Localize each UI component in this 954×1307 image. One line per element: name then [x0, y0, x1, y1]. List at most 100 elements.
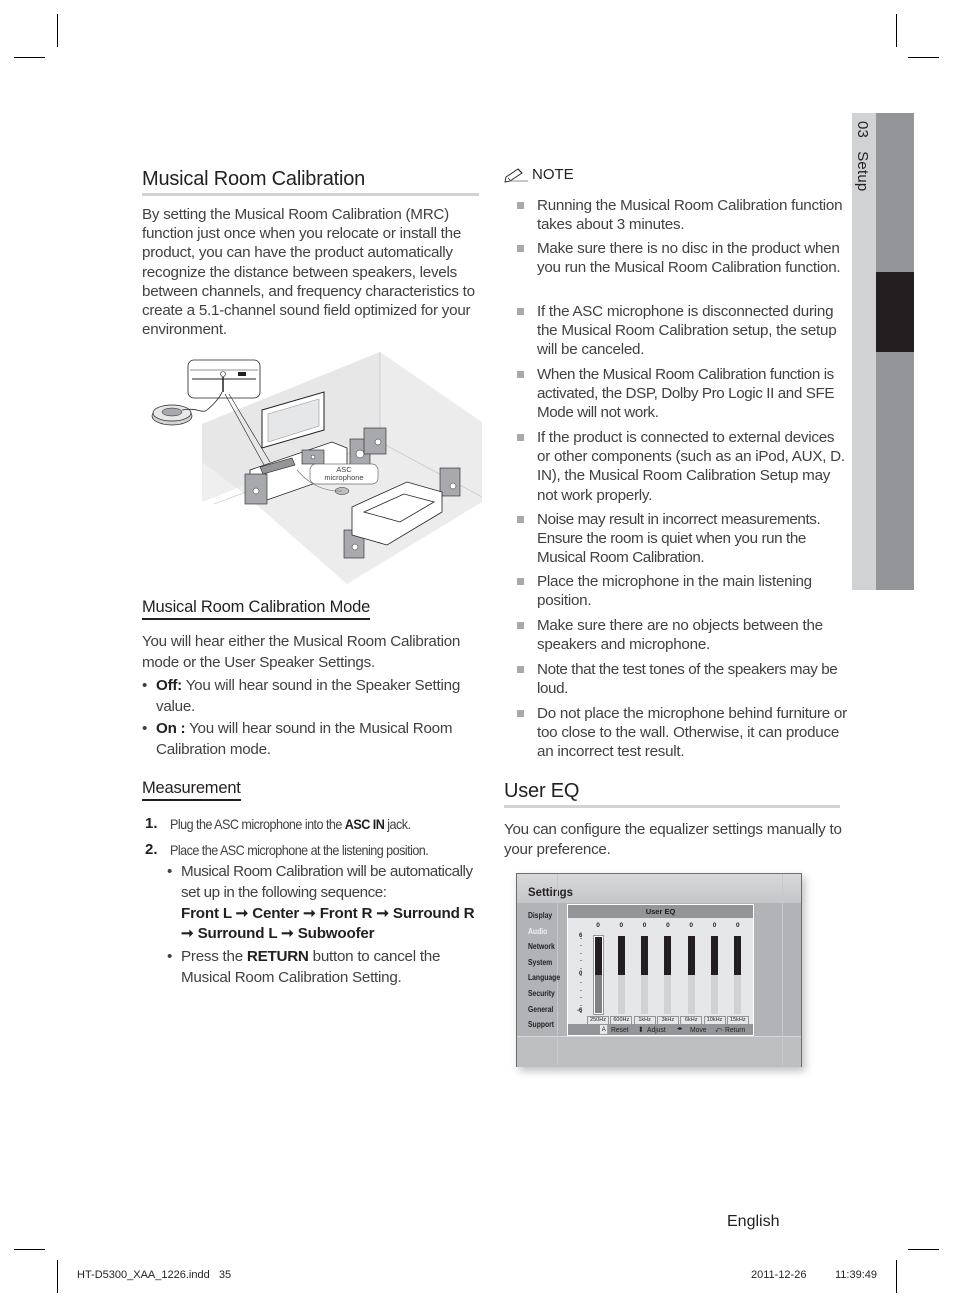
square-bullet-icon — [517, 371, 524, 378]
band-value: 0 — [619, 922, 624, 929]
step-text: jack. — [384, 816, 411, 832]
arrow-icon: ➞ — [303, 905, 316, 922]
section-title-measurement: Measurement — [142, 779, 241, 801]
menu-item-network[interactable]: Network — [528, 939, 560, 955]
chapter-tab: 03 Setup — [852, 113, 876, 233]
seq-front-l: Front L — [181, 905, 232, 922]
mrc-intro: By setting the Musical Room Calibration … — [142, 206, 475, 339]
eq-slider-fill — [617, 936, 625, 975]
settings-screen: Settings Display Audio Network System Langua… — [516, 873, 802, 1067]
room-setup-diagram: ASC microphone — [151, 352, 482, 584]
section-title-user-eq: User EQ — [504, 780, 580, 802]
chapter-title: Setup — [854, 151, 871, 192]
scale-tick — [580, 938, 582, 939]
scale-label-mid: 0 — [579, 971, 583, 977]
screen-footer — [517, 1036, 801, 1067]
step-number: 2. — [145, 841, 158, 858]
user-eq-panel: User EQ 6 0 -6 0 250Hz 0 600Hz 0 1kHz 0 3kHz 0 6kHz 0… — [567, 904, 754, 1036]
note-text: Make sure there are no objects between t… — [537, 617, 823, 654]
menu-item-audio[interactable]: Audio — [528, 924, 560, 940]
return-text: Press the — [181, 948, 247, 965]
eq-slider-fill — [664, 936, 672, 975]
eq-slider-3khz[interactable] — [664, 936, 672, 1014]
eq-slider-fill — [641, 936, 649, 975]
note-text: Note that the test tones of the speakers… — [537, 661, 838, 698]
menu-item-support[interactable]: Support — [528, 1017, 560, 1033]
bullet-icon: • — [142, 720, 148, 737]
eq-slider-1khz[interactable] — [641, 936, 649, 1014]
left-right-icon: ◂▸ — [677, 1026, 683, 1032]
arrow-icon: ➞ — [235, 905, 249, 922]
mode-term: On : — [156, 720, 186, 737]
chapter-tab-marker — [876, 272, 914, 352]
scale-tick — [580, 960, 582, 962]
eq-hint-bar: A Reset ⬍ Adjust ◂▸ Move ⤺ Return — [568, 1024, 753, 1035]
scale-tick — [580, 989, 582, 991]
scale-tick — [580, 1004, 582, 1006]
section-title-mrc: Musical Room Calibration — [142, 168, 366, 190]
eq-slider-6khz[interactable] — [687, 936, 695, 1014]
eq-slider-fill — [734, 936, 742, 975]
asc-callout: ASC microphone — [309, 463, 379, 485]
square-bullet-icon — [517, 434, 524, 441]
step-bold: ASC IN — [344, 816, 385, 832]
a-key-icon: A — [600, 1025, 608, 1034]
screen-title: Settings — [528, 885, 573, 899]
eq-slider-fill — [687, 936, 695, 975]
mode-option-on: • On : You will hear sound in the Musica… — [142, 719, 482, 761]
square-bullet-icon — [517, 666, 524, 673]
seq-surround-l: Surround L — [197, 925, 278, 942]
crop-mark — [908, 57, 939, 58]
note-text: When the Musical Room Calibration functi… — [537, 366, 835, 422]
crop-mark — [14, 57, 45, 58]
menu-item-general[interactable]: General — [528, 1002, 560, 1018]
hint-move: Move — [690, 1025, 707, 1034]
pencil-note-icon — [504, 167, 528, 183]
square-bullet-icon — [517, 308, 524, 315]
bullet-icon: • — [142, 677, 148, 694]
user-eq-panel-title: User EQ — [568, 905, 753, 918]
eq-slider-250hz[interactable] — [592, 935, 604, 1015]
auto-setup-text: Musical Room Calibration will be automat… — [181, 863, 473, 901]
mode-description: You will hear sound in the Musical Room … — [156, 720, 453, 758]
crop-mark — [57, 1260, 58, 1293]
section-title-mode: Musical Room Calibration Mode — [142, 598, 370, 620]
slug-date: 2011-12-26 — [751, 1269, 807, 1281]
eq-slider-15khz[interactable] — [734, 936, 742, 1014]
eq-slider-fill — [711, 936, 718, 975]
note-text: If the product is connected to external … — [537, 429, 845, 504]
step-1: Plug the ASC microphone into the ASC IN … — [170, 815, 411, 833]
hint-return: Return — [725, 1025, 746, 1034]
square-bullet-icon — [517, 622, 524, 629]
eq-slider-10khz[interactable] — [711, 936, 718, 1014]
crop-mark — [896, 14, 897, 47]
band-value: 0 — [712, 922, 717, 929]
menu-item-security[interactable]: Security — [528, 986, 560, 1002]
menu-item-system[interactable]: System — [528, 955, 560, 971]
scale-tick — [580, 952, 582, 954]
eq-slider-600hz[interactable] — [617, 936, 625, 1014]
bullet-icon: • — [167, 863, 173, 880]
note-text: If the ASC microphone is disconnected du… — [537, 303, 837, 359]
return-icon: ⤺ — [715, 1025, 723, 1034]
step-text: Place the ASC microphone at the listenin… — [170, 842, 429, 858]
mode-option-off: • Off: You will hear sound in the Speake… — [142, 676, 482, 718]
arrow-icon: ➞ — [281, 925, 294, 942]
note-text: Noise may result in incorrect measuremen… — [537, 511, 821, 567]
crop-mark — [908, 1249, 939, 1250]
note-text: Do not place the microphone behind furni… — [537, 705, 847, 761]
square-bullet-icon — [517, 245, 524, 252]
band-value: 0 — [596, 922, 600, 929]
note-text: Place the microphone in the main listeni… — [537, 573, 812, 610]
crop-mark — [57, 14, 58, 47]
return-key: RETURN — [246, 948, 309, 965]
sub-bullet-return: • Press the RETURN button to cancel the … — [167, 947, 483, 989]
band-value: 0 — [689, 922, 693, 929]
step-2: Place the ASC microphone at the listenin… — [170, 841, 429, 859]
square-bullet-icon — [517, 578, 524, 585]
scale-tick — [580, 997, 582, 999]
menu-item-display[interactable]: Display — [528, 908, 560, 924]
arrow-icon: ➞ — [376, 905, 389, 922]
note-text: Running the Musical Room Calibration fun… — [537, 197, 843, 234]
menu-item-language[interactable]: Language — [528, 970, 560, 986]
